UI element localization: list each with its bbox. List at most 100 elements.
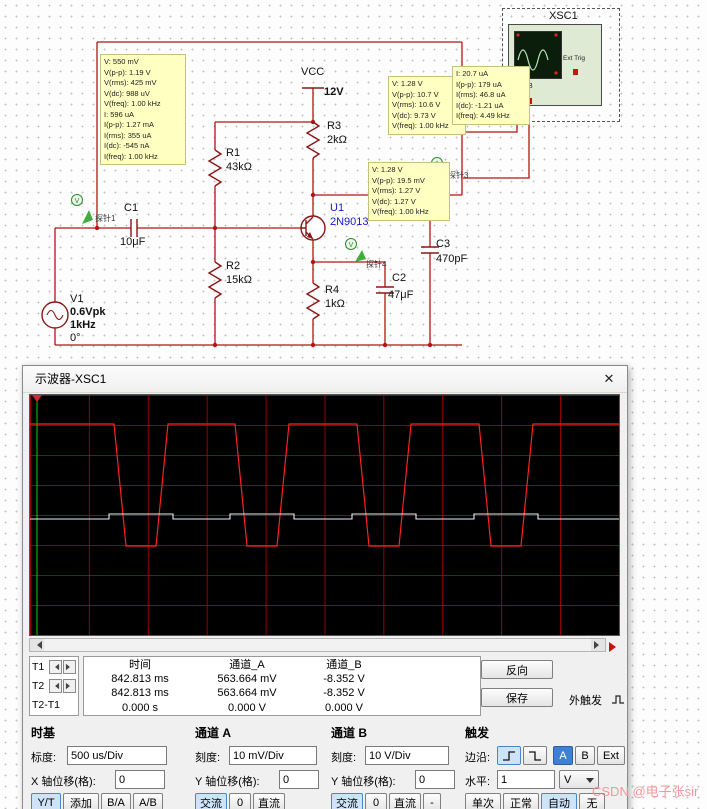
transistor-u1[interactable] [300,215,326,241]
dt-channel-a: 0.000 V [228,701,266,714]
channel-b-scale-label: 刻度: [331,752,357,764]
timebase-mode-ab-button[interactable]: A/B [133,793,163,809]
channel-a-ac-button[interactable]: 交流 [195,793,227,809]
capacitor-c1[interactable] [130,219,138,237]
xsc1-terminal-ext[interactable] [573,69,578,75]
t1-right-button[interactable] [63,659,76,674]
svg-text:V: V [349,242,354,249]
channel-a-scale-label: 刻度: [195,752,221,764]
r2-value: 15kΩ [226,274,252,286]
timebase-xpos-label: X 轴位移(格): [31,776,96,788]
channel-a-ypos-label: Y 轴位移(格): [195,776,260,788]
trigger-source-ext-button[interactable]: Ext [597,746,625,765]
cursor-selector-box: T1 T2 T2-T1 [29,656,79,716]
channel-b-title: 通道 B [331,726,368,740]
channel-b-scale-input[interactable] [365,746,449,765]
timebase-scale-input[interactable] [67,746,167,765]
cursor-flag[interactable] [32,395,42,402]
ext-trigger-icon [612,695,624,704]
timebase-mode-add-button[interactable]: 添加 [63,793,99,809]
timebase-mode-ba-button[interactable]: B/A [101,793,131,809]
ext-trigger-label: 外触发 [569,695,602,707]
channel-b-ypos-label: Y 轴位移(格): [331,776,396,788]
probe-1[interactable]: V [71,194,94,225]
resistor-r2[interactable] [207,261,223,299]
trigger-rising-edge-button[interactable] [497,746,521,765]
trigger-level-input[interactable] [497,770,555,789]
scope-display[interactable] [29,394,620,636]
c3-ref: C3 [436,238,451,250]
c2-value: 47μF [388,289,414,301]
trigger-level-label: 水平: [465,776,491,788]
channel-b-ac-button[interactable]: 交流 [331,793,363,809]
probe3-label: 探针3 [448,171,469,180]
trigger-title: 触发 [465,726,490,740]
r1-ref: R1 [226,147,241,159]
multisim-workspace: V A V VCC 12V R3 2kΩ R1 43kΩ C1 10μF U1 … [0,0,707,809]
trigger-mode-single-button[interactable]: 单次 [465,793,501,809]
scroll-right-button[interactable] [591,639,605,651]
channel-b-zero-button[interactable]: 0 [365,793,387,809]
trigger-mode-auto-button[interactable]: 自动 [541,793,577,809]
column-header-channel-b: 通道_B [326,659,362,672]
resistor-r1[interactable] [207,149,223,187]
t2-right-button[interactable] [63,678,76,693]
svg-text:V: V [75,198,80,205]
channel-a-ypos-input[interactable] [279,770,319,789]
t2-channel-a: 563.664 mV [217,687,277,700]
trigger-edge-label: 边沿: [465,752,491,764]
timebase-xpos-input[interactable] [115,770,165,789]
t2-left-button[interactable] [49,678,62,693]
timebase-title: 时基 [31,726,56,740]
watermark: CSDN @电子张sir [592,784,699,799]
source-v1[interactable] [41,301,69,329]
timebase-scale-label: 标度: [31,752,57,764]
resistor-r3[interactable] [305,121,321,159]
scope-trace-a [30,513,619,520]
t2-channel-b: -8.352 V [323,687,365,700]
t1-channel-b: -8.352 V [323,672,365,685]
t1-channel-a: 563.664 mV [217,672,277,685]
vcc-label: VCC [301,66,325,78]
channel-b-minus-button[interactable]: - [423,793,441,809]
c1-value: 10μF [120,236,146,248]
scope-controls: 时基 标度: X 轴位移(格): Y/T 添加 B/A A/B 通道 A 刻度:… [23,722,627,809]
trigger-source-a-button[interactable]: A [553,746,573,765]
scope-scrollbar[interactable] [29,638,606,652]
trigger-source-b-button[interactable]: B [575,746,595,765]
timebase-mode-yt-button[interactable]: Y/T [31,793,61,809]
probe-4[interactable]: V [345,238,367,263]
channel-a-dc-button[interactable]: 直流 [253,793,285,809]
channel-a-scale-input[interactable] [229,746,317,765]
resistor-r4[interactable] [305,282,321,320]
r2-ref: R2 [226,260,241,272]
vcc-value: 12V [324,86,344,98]
channel-a-title: 通道 A [195,726,232,740]
channel-a-zero-button[interactable]: 0 [229,793,251,809]
trigger-mode-normal-button[interactable]: 正常 [503,793,539,809]
trigger-falling-edge-button[interactable] [523,746,547,765]
scope-titlebar[interactable]: 示波器-XSC1 ✕ [23,366,627,393]
close-button[interactable]: ✕ [597,369,621,389]
probe1-tooltip: V: 550 mV V(p-p): 1.19 V V(rms): 425 mV V(… [100,54,186,165]
v1-ref: V1 [70,293,84,305]
dt-channel-b: 0.000 V [325,701,363,714]
save-button[interactable]: 保存 [481,688,553,707]
channel-b-dc-button[interactable]: 直流 [389,793,421,809]
cursor-readout-panel: T1 T2 T2-T1 时间 通道_A 通道_B 842.813 ms 563.… [23,654,627,720]
probe3-tooltip: I: 20.7 uA I(p-p): 179 uA I(rms): 46.8 uA… [452,66,530,125]
oscilloscope-window: 示波器-XSC1 ✕ T1 T2 T2-T1 时间 通道_A 通道_B 842.… [22,365,628,809]
u1-ref: U1 [330,202,345,214]
rising-edge-icon [503,750,515,761]
reverse-button[interactable]: 反向 [481,660,553,679]
t1-label: T1 [32,660,45,673]
t1-time: 842.813 ms [111,672,169,685]
channel-b-ypos-input[interactable] [415,770,455,789]
t1-left-button[interactable] [49,659,62,674]
cursor-readout-table: 时间 通道_A 通道_B 842.813 ms 563.664 mV -8.35… [83,656,481,716]
scroll-left-button[interactable] [30,639,44,651]
column-header-time: 时间 [129,659,151,672]
c2-ref: C2 [392,272,407,284]
t2-time: 842.813 ms [111,687,169,700]
scope-window-title: 示波器-XSC1 [35,372,107,386]
